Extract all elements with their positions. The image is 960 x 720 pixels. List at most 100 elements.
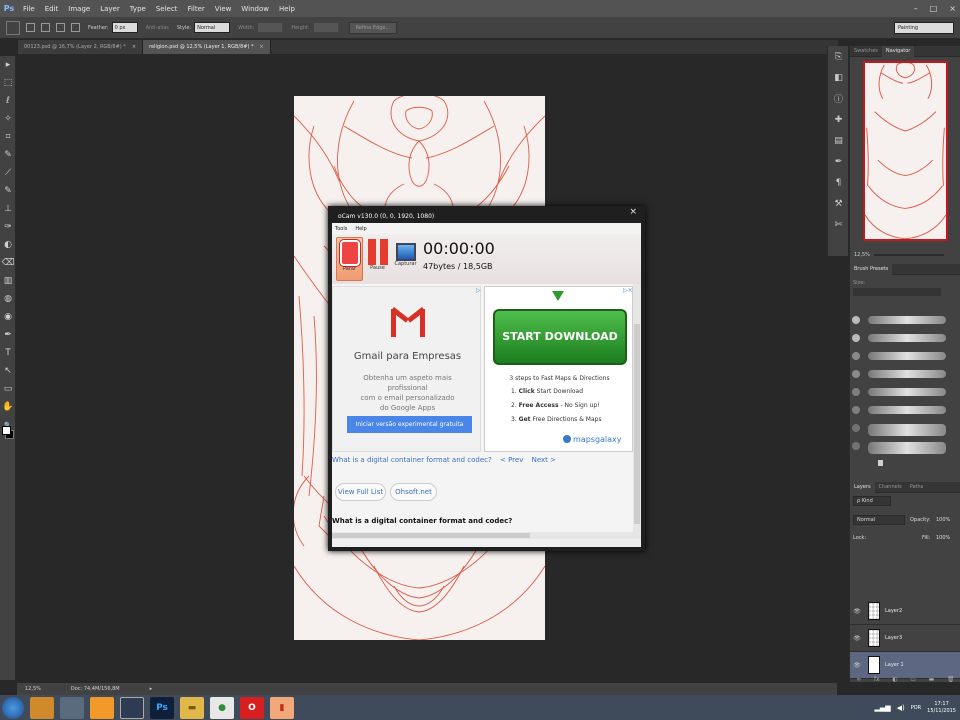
gradient-tool-icon[interactable]: ⌫ bbox=[0, 254, 16, 272]
move-tool-icon[interactable]: ▸ bbox=[0, 56, 16, 74]
layer-style-icon[interactable]: fx bbox=[874, 676, 880, 683]
prev-link[interactable]: < Prev bbox=[500, 456, 523, 464]
close-icon[interactable]: × bbox=[629, 207, 637, 217]
film-app-icon[interactable] bbox=[120, 696, 144, 719]
minimize-icon[interactable]: – bbox=[914, 4, 918, 13]
link-layers-icon[interactable]: ∞ bbox=[856, 676, 861, 683]
menu-filter[interactable]: Filter bbox=[182, 5, 209, 13]
menu-window[interactable]: Window bbox=[236, 5, 274, 13]
mask-icon[interactable]: ▭ bbox=[910, 676, 916, 683]
brush-stroke[interactable] bbox=[868, 352, 946, 360]
shape-tool-icon[interactable]: ▭ bbox=[0, 380, 16, 398]
width-input[interactable] bbox=[257, 22, 284, 33]
brush-stroke[interactable] bbox=[868, 334, 946, 342]
marquee-tool-preset-icon[interactable] bbox=[6, 20, 20, 35]
navigator-preview[interactable] bbox=[862, 61, 948, 241]
layer-name[interactable]: Layer3 bbox=[885, 635, 902, 641]
language-indicator[interactable]: POR bbox=[911, 705, 921, 711]
brush-dot[interactable] bbox=[852, 388, 860, 396]
blur-tool-icon[interactable]: ▥ bbox=[0, 272, 16, 290]
visibility-eye-icon[interactable]: 👁 bbox=[850, 635, 864, 642]
explorer-app-icon[interactable]: ▬ bbox=[180, 696, 204, 719]
menu-image[interactable]: Image bbox=[63, 5, 95, 13]
hand-tool-icon[interactable]: ✋ bbox=[0, 398, 16, 416]
scrollbar-thumb[interactable] bbox=[332, 533, 530, 538]
brush-dot[interactable] bbox=[852, 370, 860, 378]
brush-dot[interactable] bbox=[852, 334, 860, 342]
brush-stroke[interactable] bbox=[868, 406, 946, 414]
dodge-tool-icon[interactable]: ◍ bbox=[0, 290, 16, 308]
layer-kind-filter[interactable]: ρ Kind bbox=[853, 496, 891, 506]
adjustments-panel-icon[interactable]: ✚ bbox=[828, 109, 849, 130]
new-layer-icon[interactable]: ▬ bbox=[929, 676, 935, 683]
brush-panel-icon[interactable]: ✒ bbox=[828, 151, 849, 172]
pause-button[interactable]: Pause bbox=[364, 237, 391, 281]
menu-edit[interactable]: Edit bbox=[40, 5, 64, 13]
start-download-button[interactable]: START DOWNLOAD bbox=[493, 309, 627, 365]
healing-brush-tool-icon[interactable]: ⟋ bbox=[0, 164, 16, 182]
pen-tool-icon[interactable]: ✒ bbox=[0, 326, 16, 344]
ps-app-icon[interactable]: Ps bbox=[150, 696, 174, 719]
menu-view[interactable]: View bbox=[210, 5, 237, 13]
brush-stroke[interactable] bbox=[868, 370, 946, 378]
layer-name[interactable]: Layer2 bbox=[885, 608, 902, 614]
feather-input[interactable]: 0 px bbox=[111, 22, 138, 33]
brush-stroke[interactable] bbox=[868, 388, 946, 396]
properties-panel-icon[interactable]: ▤ bbox=[828, 130, 849, 151]
next-link[interactable]: Next > bbox=[532, 456, 556, 464]
menu-help[interactable]: Help bbox=[355, 226, 366, 232]
tab-paths[interactable]: Paths bbox=[906, 482, 928, 493]
network-icon[interactable]: ▂▄▆ bbox=[874, 704, 890, 712]
clock[interactable]: 17:17 15/11/2015 bbox=[927, 701, 956, 715]
quick-select-tool-icon[interactable]: ✧ bbox=[0, 110, 16, 128]
brush-size-slider[interactable] bbox=[853, 288, 941, 296]
volume-icon[interactable]: ◀) bbox=[897, 704, 905, 712]
layer-name[interactable]: Layer 1 bbox=[885, 662, 904, 668]
tab-00123-psd[interactable]: 00123.psd @ 16,7% (Layer 2, RGB/8#) * × bbox=[18, 40, 144, 54]
fill-value[interactable]: 100% bbox=[936, 535, 950, 541]
navigator-zoom-slider[interactable] bbox=[874, 254, 944, 466]
horizontal-scrollbar[interactable] bbox=[332, 532, 641, 539]
layer-row[interactable]: 👁 Layer2 bbox=[850, 598, 960, 625]
menu-tools[interactable]: Tools bbox=[335, 226, 347, 232]
tab-channels[interactable]: Channels bbox=[875, 482, 906, 493]
crop-tool-icon[interactable]: ⌗ bbox=[0, 128, 16, 146]
brush-dot[interactable] bbox=[852, 316, 860, 324]
status-menu-arrow-icon[interactable]: ▸ bbox=[150, 686, 153, 692]
tab-religion-psd[interactable]: religion.psd @ 12,5% (Layer 1, RGB/8#) *… bbox=[143, 40, 271, 54]
add-selection-icon[interactable] bbox=[41, 23, 50, 32]
ocam-app-icon[interactable]: ▮ bbox=[270, 696, 294, 719]
clone-source-panel-icon[interactable]: ✄ bbox=[828, 214, 849, 235]
capture-button[interactable]: Capturar bbox=[392, 237, 419, 281]
brush-dot[interactable] bbox=[852, 424, 860, 432]
brush-dot[interactable] bbox=[852, 406, 860, 414]
view-full-list-button[interactable]: View Full List bbox=[335, 483, 386, 501]
vertical-scrollbar[interactable] bbox=[633, 284, 641, 539]
antialias-checkbox[interactable]: Anti-alias bbox=[146, 25, 169, 31]
tab-navigator[interactable]: Navigator bbox=[881, 45, 915, 57]
marquee-tool-icon[interactable]: ⬚ bbox=[0, 74, 16, 92]
blend-mode-select[interactable]: Normal bbox=[853, 515, 905, 525]
tab-layers[interactable]: Layers bbox=[850, 481, 875, 493]
path-select-tool-icon[interactable]: ↖ bbox=[0, 362, 16, 380]
brush-preset-list[interactable] bbox=[850, 308, 960, 478]
brush-dot[interactable] bbox=[852, 442, 860, 450]
brush-stroke[interactable] bbox=[868, 442, 946, 454]
style-select[interactable]: Normal bbox=[194, 22, 231, 33]
refine-edge-button[interactable]: Refine Edge... bbox=[348, 21, 398, 34]
menu-layer[interactable]: Layer bbox=[95, 5, 125, 13]
layer-row[interactable]: 👁 Layer3 bbox=[850, 625, 960, 652]
brush-dot[interactable] bbox=[852, 352, 860, 360]
gmail-ad[interactable]: Gmail para Empresas Obtenha um aspeto ma… bbox=[332, 286, 481, 452]
layer-row[interactable]: 👁 Layer 1 bbox=[850, 652, 960, 679]
gmail-trial-button[interactable]: Iniciar versão experimental gratuita bbox=[347, 416, 472, 433]
ad-choices-icon[interactable]: ▷ bbox=[476, 287, 481, 294]
brush-stroke[interactable] bbox=[868, 424, 946, 436]
workspace-select[interactable]: Painting bbox=[894, 22, 954, 34]
navigator-zoom[interactable]: 12,5% bbox=[854, 252, 870, 258]
menu-file[interactable]: File bbox=[18, 5, 40, 13]
history-brush-tool-icon[interactable]: ✑ bbox=[0, 218, 16, 236]
tools-app-icon[interactable] bbox=[60, 696, 84, 719]
menu-help[interactable]: Help bbox=[274, 5, 300, 13]
zoom-level[interactable]: 12,5% bbox=[25, 686, 41, 692]
